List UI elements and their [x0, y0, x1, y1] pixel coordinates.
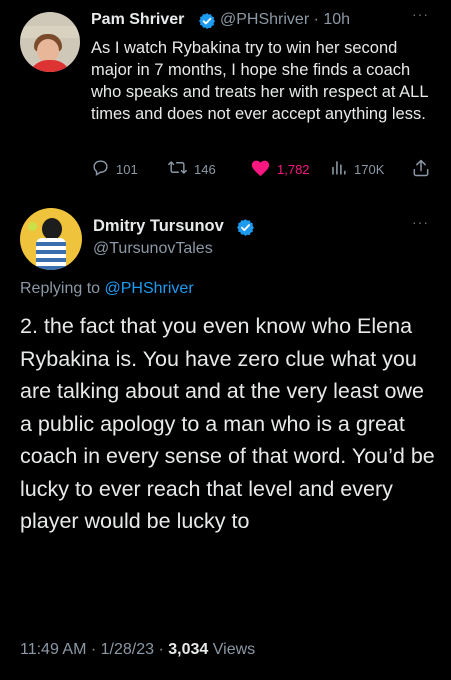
more-icon[interactable]: ···: [412, 6, 429, 22]
parent-tweet-time[interactable]: 10h: [323, 11, 350, 28]
parent-author-handle[interactable]: @PHShriver · 10h: [220, 11, 350, 29]
replying-to: Replying to @PHShriver: [20, 280, 194, 298]
like-count: 1,782: [277, 161, 310, 177]
verified-badge-icon: [198, 12, 216, 35]
like-icon: [250, 158, 271, 180]
share-button[interactable]: [411, 158, 431, 181]
views-button[interactable]: 170K: [329, 158, 384, 180]
author-handle[interactable]: @TursunovTales: [93, 240, 213, 258]
parent-tweet-text: As I watch Rybakina try to win her secon…: [91, 39, 428, 123]
like-button[interactable]: 1,782: [250, 158, 310, 180]
reply-button[interactable]: 101: [91, 158, 138, 180]
parent-author-avatar[interactable]: [20, 12, 80, 72]
views-count: 170K: [354, 161, 385, 177]
replying-prefix: Replying to: [20, 280, 101, 297]
views-count: 3,034: [168, 641, 209, 658]
author-avatar[interactable]: [20, 208, 82, 270]
more-icon[interactable]: ···: [412, 214, 429, 230]
tweet-date[interactable]: 1/28/23: [101, 641, 154, 658]
author-name[interactable]: Dmitry Tursunov: [93, 217, 224, 236]
reply-count: 101: [116, 161, 138, 177]
retweet-icon: [167, 158, 188, 180]
parent-tweet-actions: 101 146 1,782 170K: [0, 158, 451, 178]
tweet-text: 2. the fact that you even know who Elena…: [20, 314, 435, 533]
verified-badge-icon: [236, 218, 255, 242]
parent-author-name[interactable]: Pam Shriver: [91, 11, 184, 29]
reply-icon: [91, 158, 110, 180]
retweet-count: 146: [194, 161, 216, 177]
tweet-meta: 11:49 AM · 1/28/23 · 3,034 Views: [20, 641, 256, 658]
tweet-time[interactable]: 11:49 AM: [20, 641, 86, 658]
views-label: Views: [212, 641, 256, 658]
views-icon: [329, 158, 348, 180]
share-icon: [411, 158, 431, 181]
retweet-button[interactable]: 146: [167, 158, 216, 180]
replying-to-mention[interactable]: @PHShriver: [105, 280, 194, 297]
